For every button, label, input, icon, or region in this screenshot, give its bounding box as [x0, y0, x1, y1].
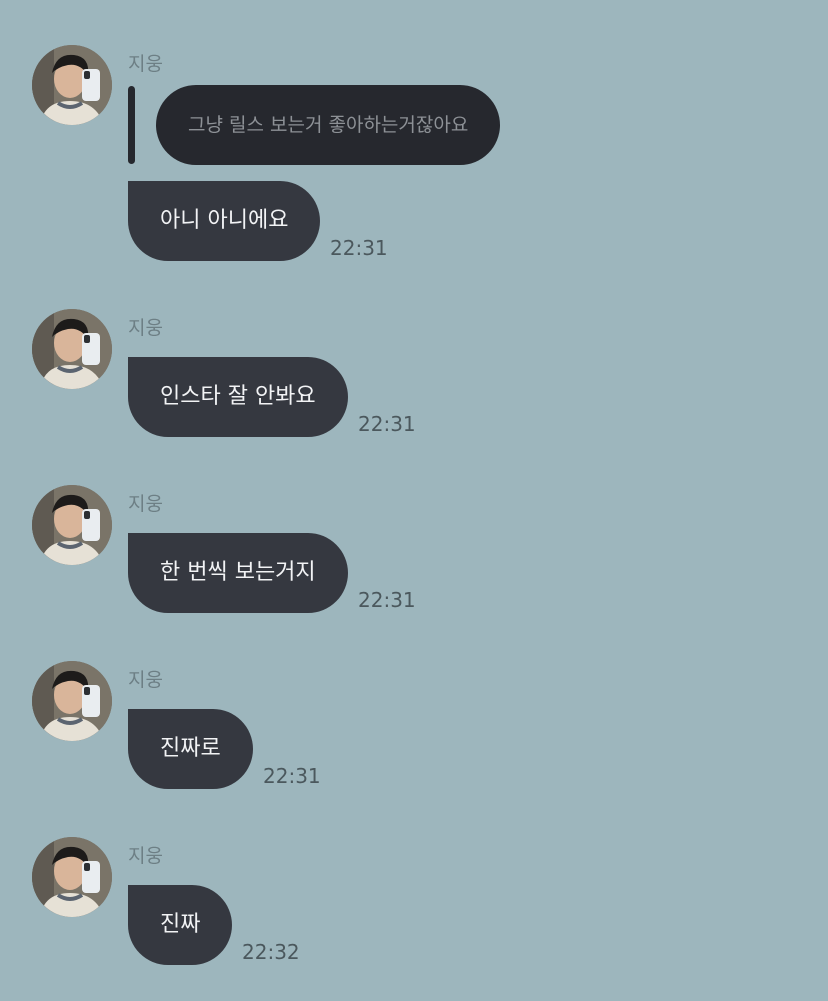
- avatar[interactable]: [32, 309, 112, 389]
- message-bubble[interactable]: 진짜로: [128, 709, 253, 789]
- message-bubble[interactable]: 진짜: [128, 885, 233, 965]
- chat-thread: 지웅 그냥 릴스 보는거 좋아하는거잖아요 아니 아니에요 22:31 지웅 인…: [0, 0, 828, 1001]
- message-timestamp: 22:32: [242, 940, 300, 964]
- message-timestamp: 22:31: [263, 764, 321, 788]
- message-timestamp: 22:31: [330, 236, 388, 260]
- sender-name: 지웅: [128, 669, 163, 691]
- sender-name: 지웅: [128, 845, 163, 867]
- profile-photo: [32, 45, 112, 125]
- message-bubble[interactable]: 아니 아니에요: [128, 181, 321, 261]
- sender-name: 지웅: [128, 317, 163, 339]
- avatar[interactable]: [32, 661, 112, 741]
- avatar[interactable]: [32, 837, 112, 917]
- message-bubble[interactable]: 한 번씩 보는거지: [128, 533, 348, 613]
- message-bubble[interactable]: 인스타 잘 안봐요: [128, 357, 348, 437]
- avatar[interactable]: [32, 485, 112, 565]
- profile-photo: [32, 837, 112, 917]
- avatar[interactable]: [32, 45, 112, 125]
- reply-quote-bubble[interactable]: 그냥 릴스 보는거 좋아하는거잖아요: [156, 85, 501, 165]
- profile-photo: [32, 309, 112, 389]
- profile-photo: [32, 485, 112, 565]
- message-timestamp: 22:31: [358, 588, 416, 612]
- message-timestamp: 22:31: [358, 412, 416, 436]
- profile-photo: [32, 661, 112, 741]
- sender-name: 지웅: [128, 493, 163, 515]
- sender-name: 지웅: [128, 53, 163, 75]
- reply-quote-bar: [128, 86, 135, 164]
